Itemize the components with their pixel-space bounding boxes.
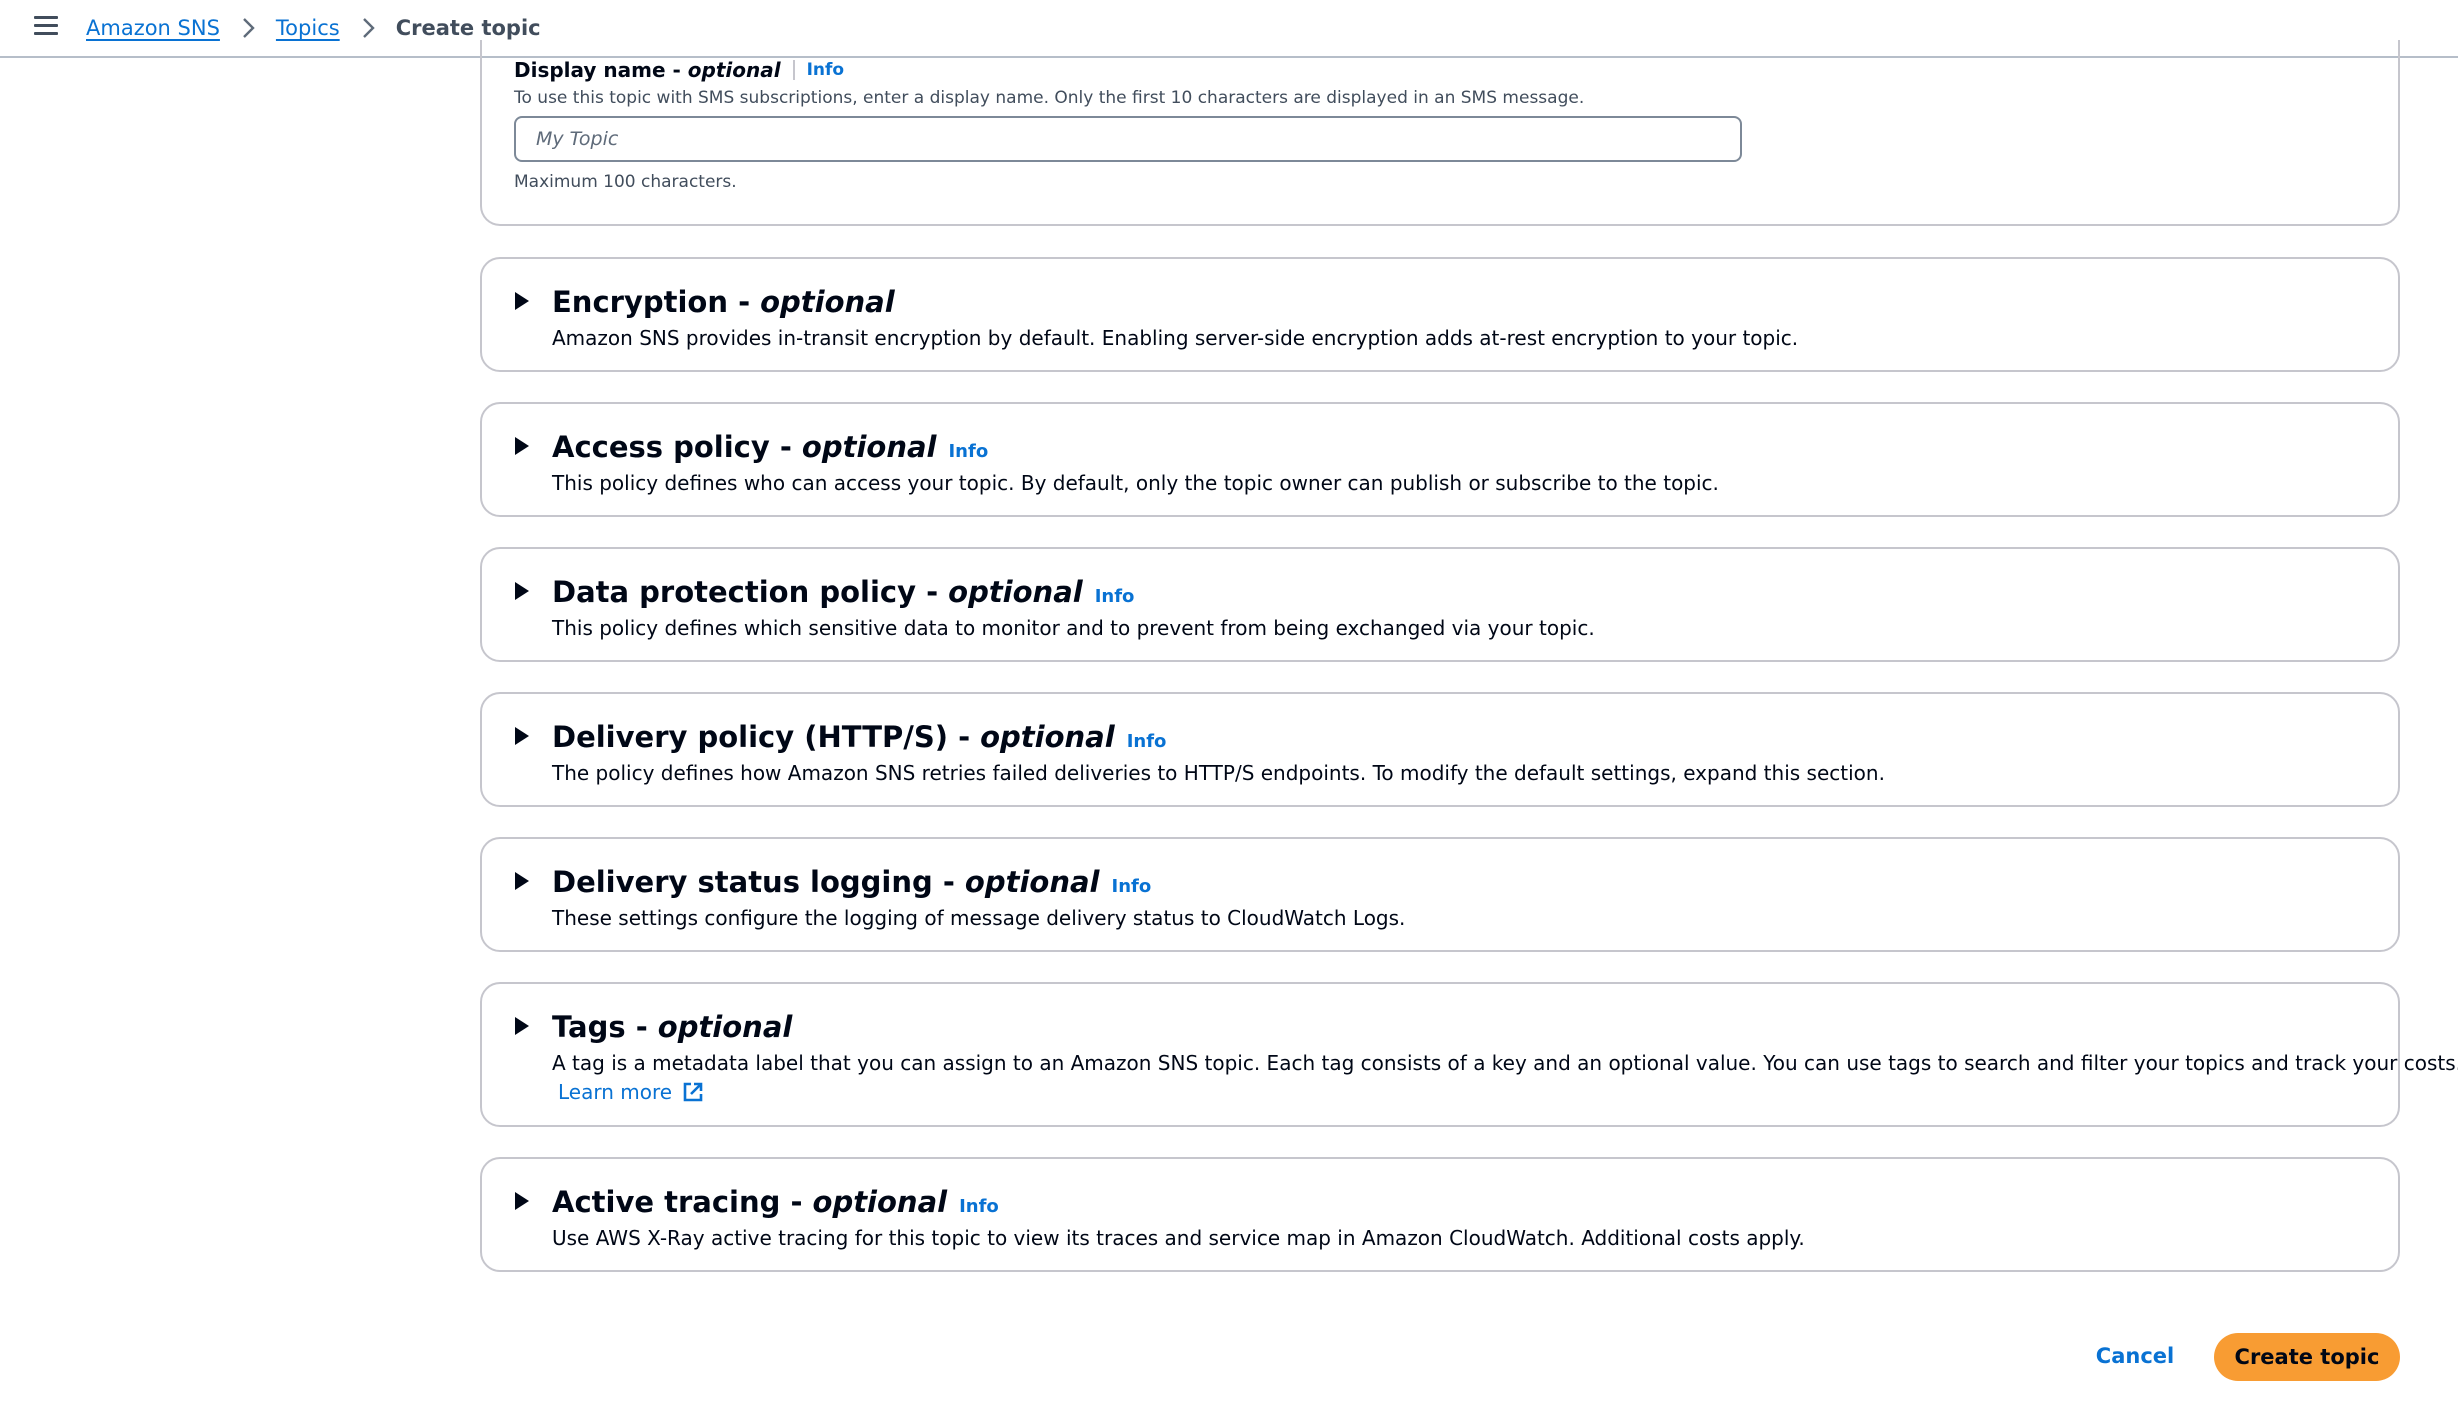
caret-right-icon xyxy=(515,437,529,455)
section-title-text: Tags - xyxy=(552,1010,648,1044)
cancel-button[interactable]: Cancel xyxy=(2090,1336,2180,1376)
section-title: Delivery status logging - optional Info xyxy=(552,865,1151,899)
display-name-label: Display name - optional Info xyxy=(514,58,844,82)
optional-text: optional xyxy=(948,575,1083,609)
breadcrumb-amazon-sns[interactable]: Amazon SNS xyxy=(86,16,220,40)
section-description: A tag is a metadata label that you can a… xyxy=(552,1051,2458,1075)
access-policy-info-link[interactable]: Info xyxy=(948,441,988,462)
section-description: Amazon SNS provides in-transit encryptio… xyxy=(552,326,1799,350)
optional-text: optional xyxy=(760,285,895,319)
section-title: Access policy - optional Info xyxy=(552,430,988,464)
display-name-description: To use this topic with SMS subscriptions… xyxy=(514,88,1585,108)
section-title: Active tracing - optional Info xyxy=(552,1185,999,1219)
section-title-text: Delivery status logging - xyxy=(552,865,955,899)
details-panel: Display name - optional Info To use this… xyxy=(480,40,2400,226)
optional-text: optional xyxy=(657,1010,793,1044)
section-access-policy[interactable]: Access policy - optional Info This policy … xyxy=(480,402,2400,517)
section-description: The policy defines how Amazon SNS retrie… xyxy=(552,761,1885,785)
display-name-constraint: Maximum 100 characters. xyxy=(514,172,737,192)
section-title-text: Encryption - xyxy=(552,285,751,319)
caret-right-icon xyxy=(515,727,529,745)
menu-icon[interactable] xyxy=(34,16,58,36)
learn-more-text: Learn more xyxy=(558,1080,673,1104)
create-topic-button[interactable]: Create topic xyxy=(2214,1333,2400,1381)
caret-right-icon xyxy=(515,872,529,890)
section-title-text: Delivery policy (HTTP/S) - xyxy=(552,720,971,754)
optional-text: optional xyxy=(964,865,1100,899)
section-data-protection-policy[interactable]: Data protection policy - optional Info Thi… xyxy=(480,547,2400,662)
delivery-status-logging-info-link[interactable]: Info xyxy=(1112,876,1152,897)
caret-right-icon xyxy=(515,292,529,310)
section-title-text: Data protection policy - xyxy=(552,575,939,609)
active-tracing-info-link[interactable]: Info xyxy=(959,1196,999,1217)
learn-more-link[interactable]: Learn more xyxy=(558,1080,704,1104)
section-description: These settings configure the logging of … xyxy=(552,906,1406,930)
optional-text: optional xyxy=(812,1185,948,1219)
caret-right-icon xyxy=(515,1017,529,1035)
optional-text: optional xyxy=(980,720,1115,754)
chevron-right-icon xyxy=(243,18,255,38)
section-title: Delivery policy (HTTP/S) - optional Info xyxy=(552,720,1166,754)
caret-right-icon xyxy=(515,582,529,600)
section-description: This policy defines which sensitive data… xyxy=(552,616,1595,640)
section-title: Tags - optional xyxy=(552,1010,792,1044)
section-description: This policy defines who can access your … xyxy=(552,471,1719,495)
display-name-label-text: Display name - xyxy=(514,58,681,82)
external-link-icon xyxy=(683,1082,703,1102)
section-delivery-status-logging[interactable]: Delivery status logging - optional Info Th… xyxy=(480,837,2400,952)
caret-right-icon xyxy=(515,1192,529,1210)
optional-text: optional xyxy=(687,58,781,82)
chevron-right-icon xyxy=(362,18,375,38)
delivery-policy-info-link[interactable]: Info xyxy=(1127,731,1167,752)
label-divider xyxy=(792,60,795,80)
data-protection-info-link[interactable]: Info xyxy=(1095,586,1135,607)
section-active-tracing[interactable]: Active tracing - optional Info Use AWS X-R… xyxy=(480,1157,2400,1272)
breadcrumb-current: Create topic xyxy=(395,16,541,40)
breadcrumb: Amazon SNS Topics Create topic xyxy=(86,12,541,44)
section-tags[interactable]: Tags - optional A tag is a metadata label… xyxy=(480,982,2458,1127)
section-title: Data protection policy - optional Info xyxy=(552,575,1134,609)
breadcrumb-topics[interactable]: Topics xyxy=(276,16,340,40)
section-description: Use AWS X-Ray active tracing for this to… xyxy=(552,1226,1805,1250)
display-name-input[interactable] xyxy=(514,116,1742,162)
section-encryption[interactable]: Encryption - optional Amazon SNS provides… xyxy=(480,257,2400,372)
section-title-text: Access policy - xyxy=(552,430,792,464)
section-delivery-policy[interactable]: Delivery policy (HTTP/S) - optional Info T… xyxy=(480,692,2400,807)
section-title-text: Active tracing - xyxy=(552,1185,803,1219)
display-name-info-link[interactable]: Info xyxy=(807,60,845,80)
section-title: Encryption - optional xyxy=(552,285,895,319)
optional-text: optional xyxy=(801,430,937,464)
